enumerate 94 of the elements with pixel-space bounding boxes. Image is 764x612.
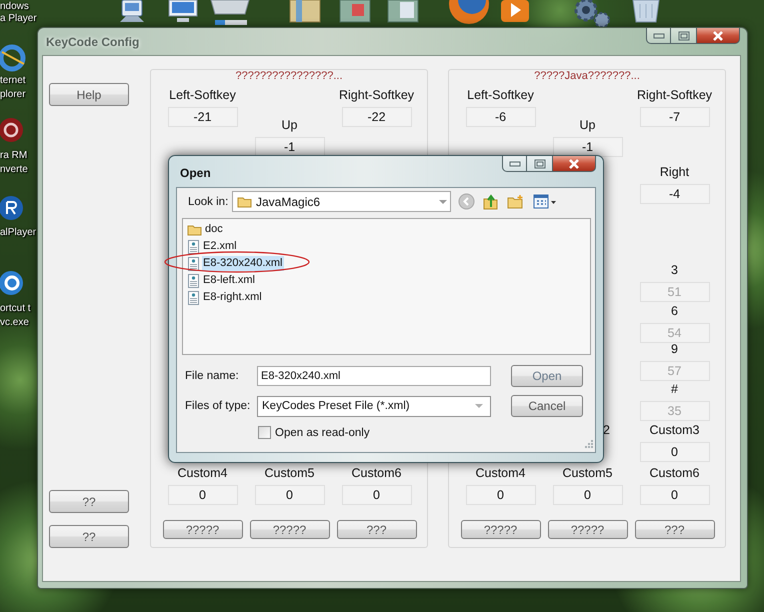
action-button[interactable]: ????? <box>460 520 540 539</box>
look-in-dropdown[interactable]: JavaMagic6 <box>232 191 451 212</box>
file-item[interactable]: E8-left.xml <box>202 273 256 288</box>
key-label: # <box>671 382 678 397</box>
file-name-label: File name: <box>185 370 240 382</box>
file-name-field[interactable]: E8-320x240.xml <box>257 366 491 386</box>
look-in-label: Look in: <box>188 196 230 208</box>
key-code-field[interactable]: 0 <box>640 485 710 505</box>
key-label: 9 <box>671 342 678 357</box>
file-type-label: Files of type: <box>185 400 252 412</box>
close-icon <box>712 30 724 40</box>
file-type-dropdown[interactable]: KeyCodes Preset File (*.xml) <box>257 396 491 416</box>
close-icon <box>568 158 580 168</box>
folder-icon <box>386 0 420 24</box>
desktop-icon-label: ra RM <box>0 150 28 162</box>
desktop-icon-label: ternet <box>0 75 26 87</box>
file-item[interactable]: E8-320x240.xml <box>202 256 284 271</box>
key-label: 3 <box>671 263 678 278</box>
read-only-label: Open as read-only <box>275 426 370 438</box>
desktop-icon-label: plorer <box>0 89 26 101</box>
key-label: Left-Softkey <box>169 88 236 103</box>
maximize-button[interactable] <box>527 156 553 172</box>
file-item[interactable]: E2.xml <box>202 239 238 254</box>
minimize-icon <box>508 160 520 166</box>
key-label: 6 <box>671 304 678 319</box>
group-title: ?????Java???????... <box>533 70 641 83</box>
key-label: Custom4 <box>177 466 228 481</box>
key-code-field[interactable]: 0 <box>640 442 710 462</box>
key-label: Right <box>660 165 690 180</box>
action-button[interactable]: ????? <box>250 520 330 539</box>
back-icon <box>458 193 475 210</box>
action-button[interactable]: ????? <box>162 520 242 539</box>
key-code-field[interactable]: -4 <box>640 184 710 204</box>
maximize-icon <box>534 158 546 168</box>
close-button[interactable] <box>697 28 740 44</box>
side-button[interactable]: ?? <box>49 490 129 513</box>
minimize-icon <box>652 32 664 38</box>
folder-icon <box>338 0 372 24</box>
close-button[interactable] <box>553 156 596 172</box>
view-menu-icon <box>533 194 557 209</box>
key-code-field[interactable]: 0 <box>342 485 412 505</box>
maximize-icon <box>678 30 690 40</box>
new-folder-icon <box>507 194 525 209</box>
folder-icon <box>237 195 252 208</box>
key-code-field[interactable]: -1 <box>254 137 324 157</box>
key-label: Custom3 <box>649 423 700 438</box>
key-label: Up <box>282 118 298 133</box>
key-label: Custom6 <box>649 466 700 481</box>
key-code-field[interactable]: -7 <box>640 107 710 127</box>
side-button[interactable]: Help <box>49 83 129 106</box>
key-code-field[interactable]: -6 <box>466 107 536 127</box>
ring-icon <box>0 42 26 74</box>
up-folder-icon <box>483 193 499 210</box>
read-only-checkbox[interactable] <box>258 426 271 439</box>
minimize-button[interactable] <box>646 28 671 44</box>
action-button[interactable]: ??? <box>634 520 714 539</box>
folder-icon <box>187 223 202 236</box>
desktop-icon-label: ndows <box>0 1 29 13</box>
cancel-button[interactable]: Cancel <box>511 395 583 417</box>
key-label: Up <box>580 118 596 133</box>
key-code-field[interactable]: -22 <box>342 107 412 127</box>
desktop-icon-label: ortcut t <box>0 303 31 315</box>
file-item[interactable]: doc <box>204 222 224 237</box>
play-icon <box>498 0 532 24</box>
desktop-icon-label: a Player <box>0 13 37 25</box>
minimize-button[interactable] <box>502 156 527 172</box>
desktop-icon-label: vc.exe <box>0 317 29 329</box>
key-code-field[interactable]: 0 <box>168 485 238 505</box>
key-code-field[interactable]: 0 <box>254 485 324 505</box>
desktop-icon-label: alPlayer <box>0 227 36 239</box>
maximize-button[interactable] <box>671 28 697 44</box>
file-item[interactable]: E8-right.xml <box>202 290 263 305</box>
key-label: Custom5 <box>562 466 613 481</box>
action-button[interactable]: ??? <box>336 520 416 539</box>
key-code-field[interactable]: -21 <box>168 107 238 127</box>
desktop-icon-label: nverte <box>0 164 28 176</box>
key-code-field[interactable]: -1 <box>552 137 622 157</box>
side-button[interactable]: ?? <box>49 525 129 548</box>
folder-icon <box>288 0 322 24</box>
key-code-field[interactable]: 0 <box>552 485 622 505</box>
key-label: Left-Softkey <box>467 88 534 103</box>
key-label: Custom4 <box>475 466 526 481</box>
key-label: Right-Softkey <box>338 88 414 103</box>
resize-grip-icon <box>583 440 593 450</box>
key-label: Custom5 <box>264 466 315 481</box>
key-label: Right-Softkey <box>636 88 712 103</box>
trash-icon <box>630 0 662 24</box>
dialog-title: Open <box>180 166 211 180</box>
key-label: Custom6 <box>351 466 402 481</box>
window-title: KeyCode Config <box>46 35 140 49</box>
group-title: ????????????????... <box>234 70 344 83</box>
key-code-field[interactable]: 0 <box>466 485 536 505</box>
key-label: 2 <box>603 423 610 438</box>
action-button[interactable]: ????? <box>548 520 628 539</box>
